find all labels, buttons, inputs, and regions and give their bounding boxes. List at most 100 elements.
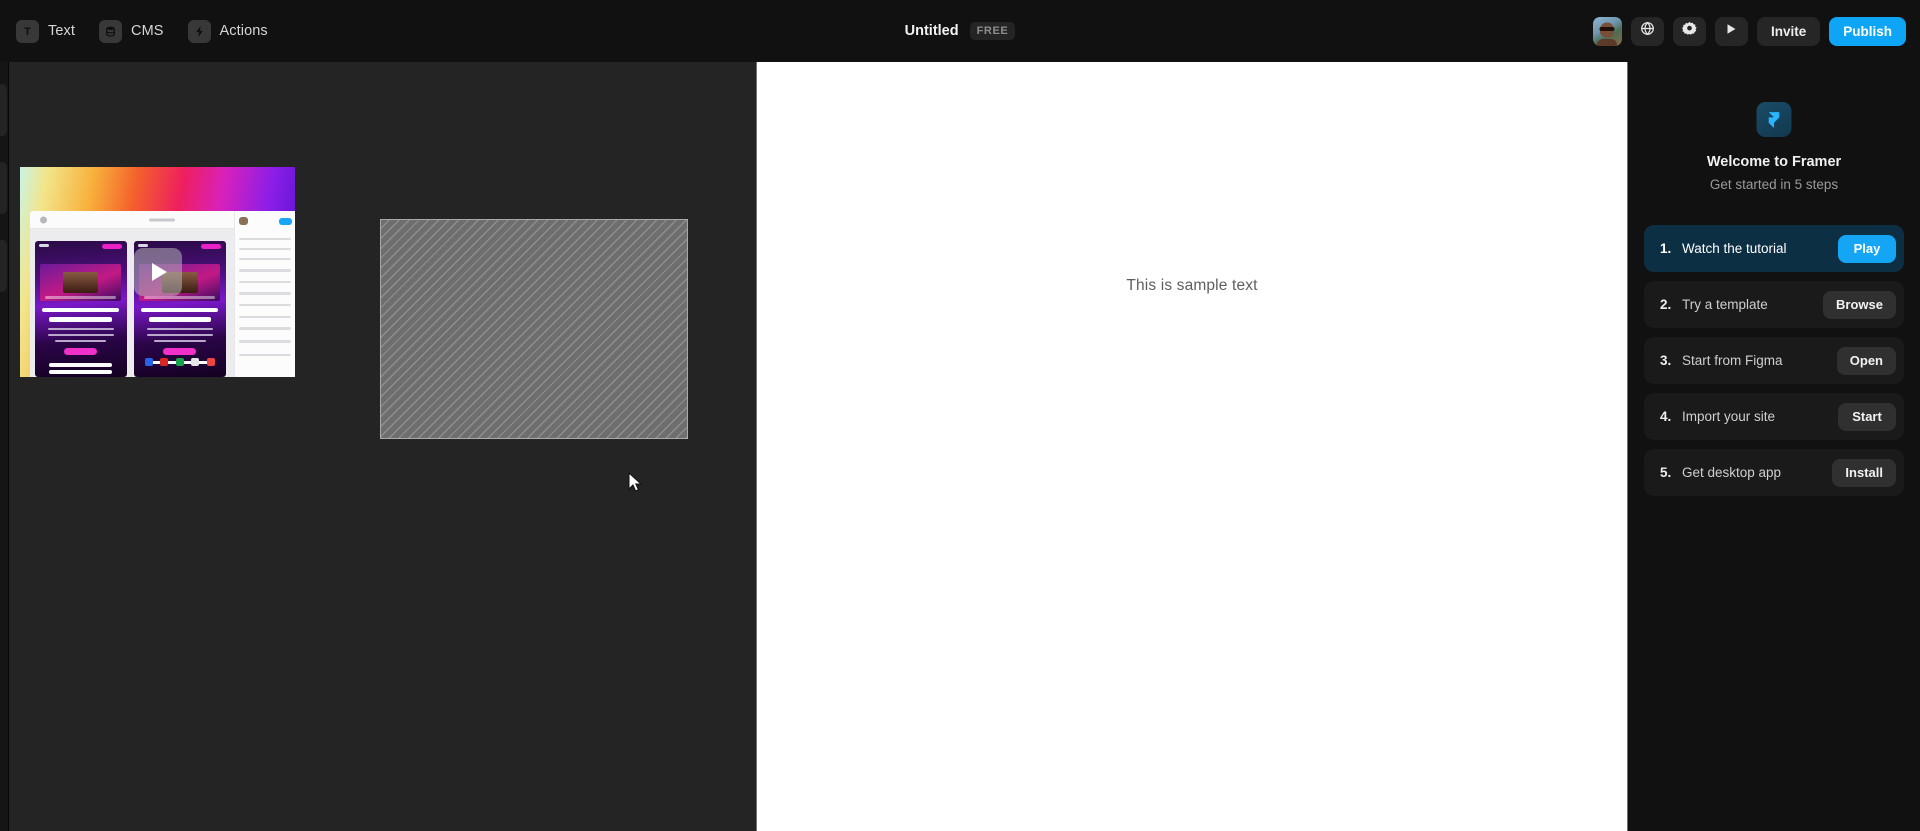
panel-row-7 [238,303,292,307]
toolbar-tool-actions-label: Actions [219,23,268,39]
invite-button[interactable]: Invite [1756,16,1821,46]
rail-stub-3 [0,240,7,292]
thumbnail-window-title [149,218,176,222]
globe-button[interactable] [1630,16,1664,46]
design-canvas[interactable] [9,62,756,831]
onboarding-step-2[interactable]: 2. Try a template Browse [1644,281,1904,328]
toolbar-tool-cms-label: CMS [131,23,164,39]
step-1-label: Watch the tutorial [1682,241,1787,256]
globe-icon [1640,21,1655,41]
integration-icon-2 [160,358,169,367]
toolbar-tool-text[interactable]: T Text [8,14,87,49]
step-3-action-button[interactable]: Open [1836,346,1896,375]
panel-row-5 [238,280,292,284]
text-icon: T [16,19,39,43]
panel-row-11 [238,353,292,357]
phone-paragraph-2c [154,340,206,343]
phone-nav-1 [35,241,127,250]
onboarding-step-1[interactable]: 1. Watch the tutorial Play [1644,225,1904,272]
svg-text:T: T [24,26,31,38]
onboarding-panel: Welcome to Framer Get started in 5 steps… [1628,62,1920,831]
framer-editor-window: T Text CMS Actions Untitled FREE Invite … [0,0,1920,831]
toolbar-tools-group: T Text CMS Actions [0,14,280,49]
panel-row-8 [238,315,292,319]
phone-logo-2 [138,244,148,248]
database-icon [99,19,122,43]
settings-button[interactable] [1672,16,1706,46]
hatched-placeholder-rect[interactable] [380,219,688,439]
step-5-number: 5. [1660,465,1672,480]
phone-logo-1 [39,244,49,248]
step-2-label: Try a template [1682,297,1768,312]
preview-button[interactable] [1714,16,1748,46]
onboarding-steps-list: 1. Watch the tutorial Play 2. Try a temp… [1644,225,1904,505]
step-4-action-button[interactable]: Start [1838,402,1896,431]
panel-row-10 [238,340,292,343]
step-2-action-button[interactable]: Browse [1823,290,1896,319]
panel-row-1 [238,237,292,241]
play-triangle-icon [152,263,167,281]
left-rail-collapsed[interactable] [0,62,9,831]
step-3-label: Start from Figma [1682,353,1783,368]
avatar-sunglasses [1599,26,1615,31]
video-tutorial-thumbnail[interactable] [20,167,295,377]
step-1-number: 1. [1660,241,1672,256]
integration-icon-1 [144,358,153,367]
page-preview[interactable]: This is sample text [756,62,1628,831]
phone-paragraph-1a [47,328,114,331]
publish-button[interactable]: Publish [1829,16,1906,46]
panel-row-3 [238,257,292,261]
phone-hero-video-1 [40,264,122,301]
thumbnail-properties-panel [233,211,295,377]
phone-hero-controls-1 [45,295,117,299]
phone-cta-button-2 [163,348,197,356]
step-3-number: 3. [1660,353,1672,368]
phone-headline-line-2a [141,307,219,313]
toolbar-tool-actions[interactable]: Actions [180,14,280,49]
onboarding-step-3[interactable]: 3. Start from Figma Open [1644,337,1904,384]
rail-stub-2 [0,162,7,214]
integration-icon-4 [191,358,200,367]
onboarding-step-4[interactable]: 4. Import your site Start [1644,393,1904,440]
thumbnail-phone-mockup-1 [34,241,127,377]
onboarding-step-5[interactable]: 5. Get desktop app Install [1644,449,1904,496]
thumbnail-panel-avatar [238,216,249,225]
phone-hero-controls-2 [144,295,216,299]
thumbnail-panel-publish [278,217,292,225]
panel-row-6 [238,292,292,295]
panel-row-4 [238,269,292,272]
document-title[interactable]: Untitled [905,23,959,39]
step-5-label: Get desktop app [1682,465,1782,480]
bolt-icon [187,19,211,43]
avatar[interactable] [1592,16,1622,46]
phone-subheadline-1a [49,363,112,367]
phone-paragraph-2a [146,328,213,331]
phone-hero-person-1 [62,272,99,293]
toolbar-tool-text-label: Text [48,23,75,39]
integration-icon-3 [175,358,184,367]
phone-cta-button-1 [64,348,98,356]
play-icon [1724,22,1738,41]
phone-nav-cta-1 [101,243,123,249]
phone-integration-icons [144,358,215,367]
thumbnail-window-dot [39,216,47,224]
plan-badge[interactable]: FREE [969,22,1016,40]
thumbnail-canvas-area [29,229,234,377]
phone-paragraph-2b [146,334,213,337]
panel-row-2 [238,247,292,251]
step-5-action-button[interactable]: Install [1832,458,1896,487]
phone-headline-line-1a [42,307,120,313]
step-4-number: 4. [1660,409,1672,424]
avatar-body [1597,38,1618,46]
toolbar-actions-group: Invite Publish [1592,0,1906,62]
phone-headline-line-1b [49,317,112,322]
panel-row-9 [238,327,292,330]
step-1-action-button[interactable]: Play [1838,234,1896,263]
framer-logo-icon [1756,102,1792,137]
top-toolbar: T Text CMS Actions Untitled FREE Invite … [0,0,1920,62]
phone-nav-cta-2 [200,243,222,249]
panel-subtitle: Get started in 5 steps [1709,177,1839,192]
sample-text[interactable]: This is sample text [757,277,1627,295]
video-play-button[interactable] [133,248,182,296]
toolbar-tool-cms[interactable]: CMS [91,14,176,49]
